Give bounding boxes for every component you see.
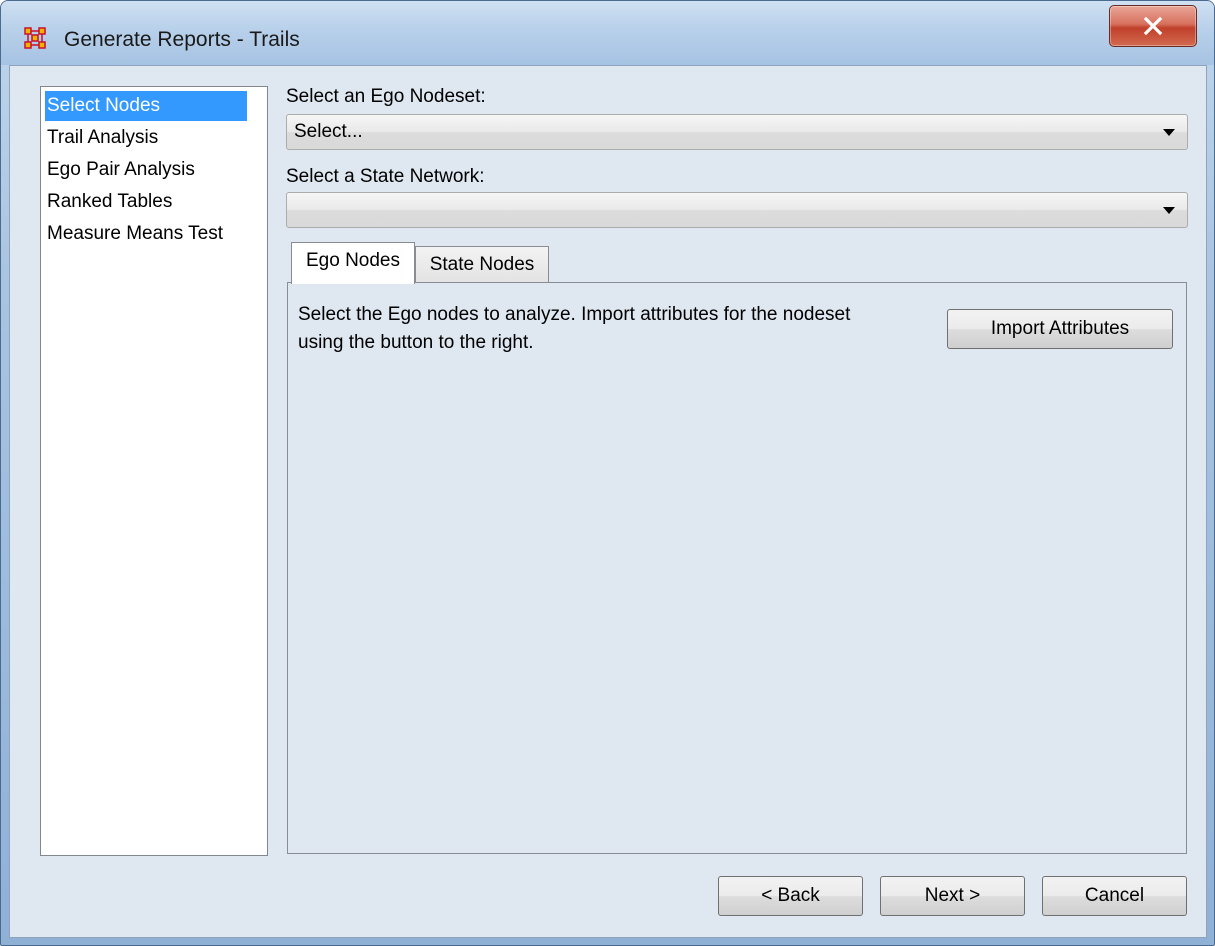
state-network-label: Select a State Network: — [286, 166, 485, 187]
nav-item-trail-analysis[interactable]: Trail Analysis — [45, 123, 160, 153]
close-button[interactable] — [1109, 5, 1197, 47]
wizard-step-list: Select Nodes Trail Analysis Ego Pair Ana… — [40, 86, 268, 856]
title-bar[interactable]: Generate Reports - Trails — [1, 1, 1214, 65]
close-icon — [1143, 16, 1163, 36]
ego-nodeset-label: Select an Ego Nodeset: — [286, 86, 486, 107]
chevron-down-icon — [1163, 129, 1175, 136]
dialog-window: Generate Reports - Trails Select Nodes T… — [0, 0, 1215, 946]
window-title: Generate Reports - Trails — [64, 28, 300, 51]
panel-description: Select the Ego nodes to analyze. Import … — [298, 304, 851, 353]
dialog-body: Select Nodes Trail Analysis Ego Pair Ana… — [9, 65, 1207, 938]
nav-item-select-nodes[interactable]: Select Nodes — [45, 91, 247, 121]
ego-nodeset-value: Select... — [294, 121, 363, 142]
tab-ego-nodes[interactable]: Ego Nodes — [291, 242, 415, 284]
ego-nodeset-dropdown[interactable]: Select... — [286, 114, 1188, 150]
import-attributes-button[interactable]: Import Attributes — [947, 309, 1173, 349]
back-button[interactable]: < Back — [718, 876, 863, 916]
nav-item-ranked-tables[interactable]: Ranked Tables — [45, 187, 174, 217]
cancel-button[interactable]: Cancel — [1042, 876, 1187, 916]
nav-item-ego-pair-analysis[interactable]: Ego Pair Analysis — [45, 155, 197, 185]
nav-item-measure-means-test[interactable]: Measure Means Test — [45, 219, 225, 249]
network-app-icon — [24, 27, 46, 49]
tab-state-nodes[interactable]: State Nodes — [415, 246, 549, 284]
ego-nodes-panel: Select the Ego nodes to analyze. Import … — [287, 282, 1187, 854]
chevron-down-icon — [1163, 207, 1175, 214]
state-network-dropdown[interactable] — [286, 192, 1188, 228]
next-button[interactable]: Next > — [880, 876, 1025, 916]
